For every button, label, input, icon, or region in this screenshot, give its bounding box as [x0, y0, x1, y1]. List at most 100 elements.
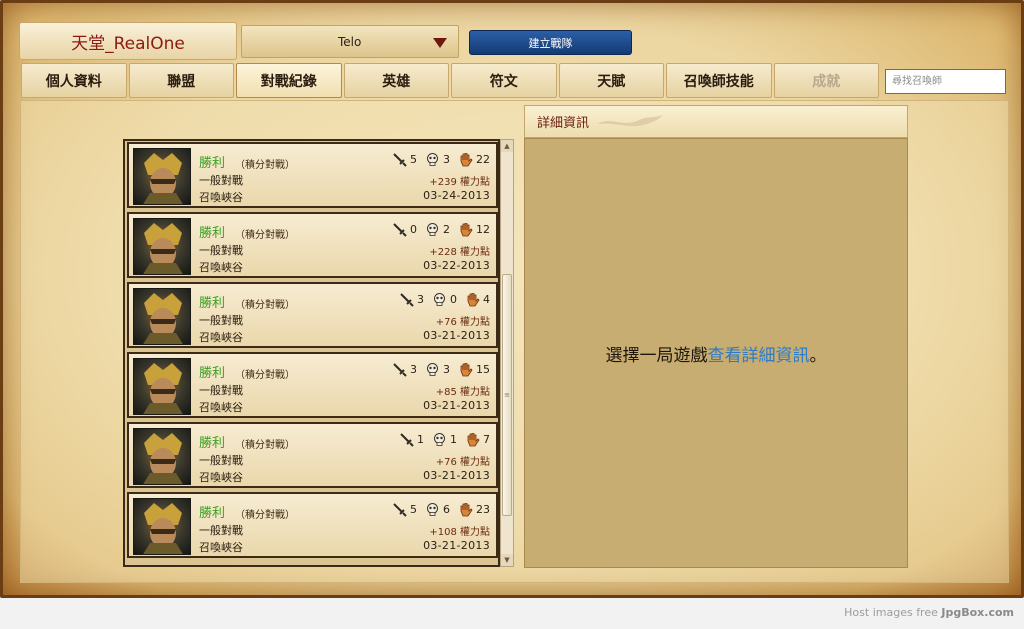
queue-type: （積分對戰）	[235, 370, 295, 381]
skull-icon	[427, 153, 438, 166]
detail-prompt: 選擇一局遊戲查看詳細資訊。	[606, 341, 827, 366]
hand-icon	[460, 503, 473, 517]
map-name: 召喚峽谷	[199, 191, 243, 204]
kills-count: 0	[410, 223, 417, 236]
match-row[interactable]: 勝利 （積分對戰） 一般對戰 召喚峽谷 0 2 12 +228 權力點 03-2…	[127, 212, 498, 278]
kills-count: 3	[417, 293, 424, 306]
queue-type: （積分對戰）	[235, 300, 295, 311]
match-row[interactable]: 勝利 （積分對戰） 一般對戰 召喚峽谷 3 3 15 +85 權力點 03-21…	[127, 352, 498, 418]
deaths-count: 6	[443, 503, 450, 516]
summoner-search-input[interactable]	[885, 69, 1006, 94]
summoner-name: 天堂_RealOne	[19, 22, 237, 60]
kda-stats: 3 0 4	[394, 292, 490, 307]
hand-icon	[460, 153, 473, 167]
match-row[interactable]: 勝利 （積分對戰） 一般對戰 召喚峽谷 3 0 4 +76 權力點 03-21-…	[127, 282, 498, 348]
dropdown-arrow-icon[interactable]	[433, 38, 447, 48]
sword-icon	[400, 433, 414, 447]
match-date: 03-22-2013	[423, 259, 490, 272]
kills-count: 1	[417, 433, 424, 446]
tab-summoner-spells[interactable]: 召喚師技能	[666, 63, 772, 98]
skull-icon	[434, 293, 445, 306]
deaths-count: 1	[450, 433, 457, 446]
tab-masteries[interactable]: 天賦	[558, 63, 664, 98]
watermark-prefix: Host images free	[844, 606, 938, 619]
kda-stats: 5 3 22	[387, 152, 490, 167]
match-result: 勝利	[199, 506, 226, 521]
kills-count: 5	[410, 503, 417, 516]
match-row[interactable]: 勝利 （積分對戰） 一般對戰 召喚峽谷 5 6 23 +108 權力點 03-2…	[127, 492, 498, 558]
game-mode: 一般對戰	[199, 454, 243, 467]
game-mode: 一般對戰	[199, 244, 243, 257]
tab-profile[interactable]: 個人資料	[21, 63, 127, 98]
tab-leagues[interactable]: 聯盟	[128, 63, 234, 98]
ip-earned: +108 權力點	[429, 527, 490, 538]
hand-icon	[467, 293, 480, 307]
assists-count: 22	[476, 153, 490, 166]
ip-earned: +76 權力點	[435, 457, 490, 468]
hand-icon	[460, 223, 473, 237]
match-date: 03-21-2013	[423, 469, 490, 482]
match-row[interactable]: 勝利 （積分對戰） 一般對戰 召喚峽谷 5 3 22 +239 權力點 03-2…	[127, 142, 498, 208]
match-date: 03-21-2013	[423, 539, 490, 552]
map-name: 召喚峽谷	[199, 331, 243, 344]
game-mode: 一般對戰	[199, 314, 243, 327]
sword-icon	[393, 153, 407, 167]
ip-earned: +85 權力點	[435, 387, 490, 398]
deaths-count: 0	[450, 293, 457, 306]
detail-prompt-text: 選擇一局遊戲	[605, 345, 708, 366]
match-row[interactable]: 勝利 （積分對戰） 一般對戰 召喚峽谷 1 1 7 +76 權力點 03-21-…	[127, 422, 498, 488]
scroll-up-arrow-icon[interactable]: ▲	[501, 140, 513, 152]
queue-type: （積分對戰）	[235, 230, 295, 241]
host-watermark: Host images free JpgBox.com	[844, 606, 1014, 619]
map-name: 召喚峽谷	[199, 401, 243, 414]
match-history-list[interactable]: 勝利 （積分對戰） 一般對戰 召喚峽谷 5 3 22 +239 權力點 03-2…	[123, 139, 500, 567]
assists-count: 15	[476, 363, 490, 376]
skull-icon	[427, 363, 438, 376]
scroll-thumb[interactable]: ≡	[502, 274, 512, 516]
game-mode: 一般對戰	[199, 174, 243, 187]
client-frame: 天堂_RealOne Telo 建立戰隊 個人資料 聯盟 對戰紀錄 英雄 符文 …	[0, 0, 1024, 598]
assists-count: 23	[476, 503, 490, 516]
champion-portrait	[133, 428, 191, 485]
dragon-ornament-icon	[597, 115, 663, 127]
assists-count: 7	[483, 433, 490, 446]
champion-portrait	[133, 498, 191, 555]
kda-stats: 5 6 23	[387, 502, 490, 517]
detail-panel-body: 選擇一局遊戲查看詳細資訊。	[524, 138, 908, 568]
map-name: 召喚峽谷	[199, 471, 243, 484]
view-details-link[interactable]: 查看詳細資訊	[708, 346, 810, 366]
tab-achievements: 成就	[773, 63, 879, 98]
deaths-count: 3	[443, 153, 450, 166]
detail-panel-header: 詳細資訊	[524, 105, 908, 138]
skull-icon	[427, 223, 438, 236]
profile-tabs: 個人資料 聯盟 對戰紀錄 英雄 符文 天賦 召喚師技能 成就	[21, 63, 881, 98]
ip-earned: +239 權力點	[429, 177, 490, 188]
champion-filter-dropdown[interactable]: Telo	[241, 25, 459, 58]
tab-runes[interactable]: 符文	[451, 63, 557, 98]
ip-earned: +228 權力點	[429, 247, 490, 258]
kills-count: 5	[410, 153, 417, 166]
game-mode: 一般對戰	[199, 524, 243, 537]
match-list-scrollbar[interactable]: ▲ ≡ ▼	[500, 139, 514, 567]
match-result: 勝利	[199, 226, 226, 241]
tab-match-history[interactable]: 對戰紀錄	[236, 63, 342, 98]
hand-icon	[467, 433, 480, 447]
map-name: 召喚峽谷	[199, 541, 243, 554]
deaths-count: 3	[443, 363, 450, 376]
kda-stats: 1 1 7	[394, 432, 490, 447]
kda-stats: 3 3 15	[387, 362, 490, 377]
skull-icon	[427, 503, 438, 516]
assists-count: 4	[483, 293, 490, 306]
sword-icon	[400, 293, 414, 307]
match-result: 勝利	[199, 366, 226, 381]
scroll-down-arrow-icon[interactable]: ▼	[501, 554, 513, 566]
queue-type: （積分對戰）	[235, 510, 295, 521]
deaths-count: 2	[443, 223, 450, 236]
detail-prompt-end: 。	[809, 345, 827, 366]
match-date: 03-24-2013	[423, 189, 490, 202]
skull-icon	[434, 433, 445, 446]
game-mode: 一般對戰	[199, 384, 243, 397]
tab-champions[interactable]: 英雄	[343, 63, 449, 98]
ip-earned: +76 權力點	[435, 317, 490, 328]
create-team-button[interactable]: 建立戰隊	[469, 30, 632, 55]
